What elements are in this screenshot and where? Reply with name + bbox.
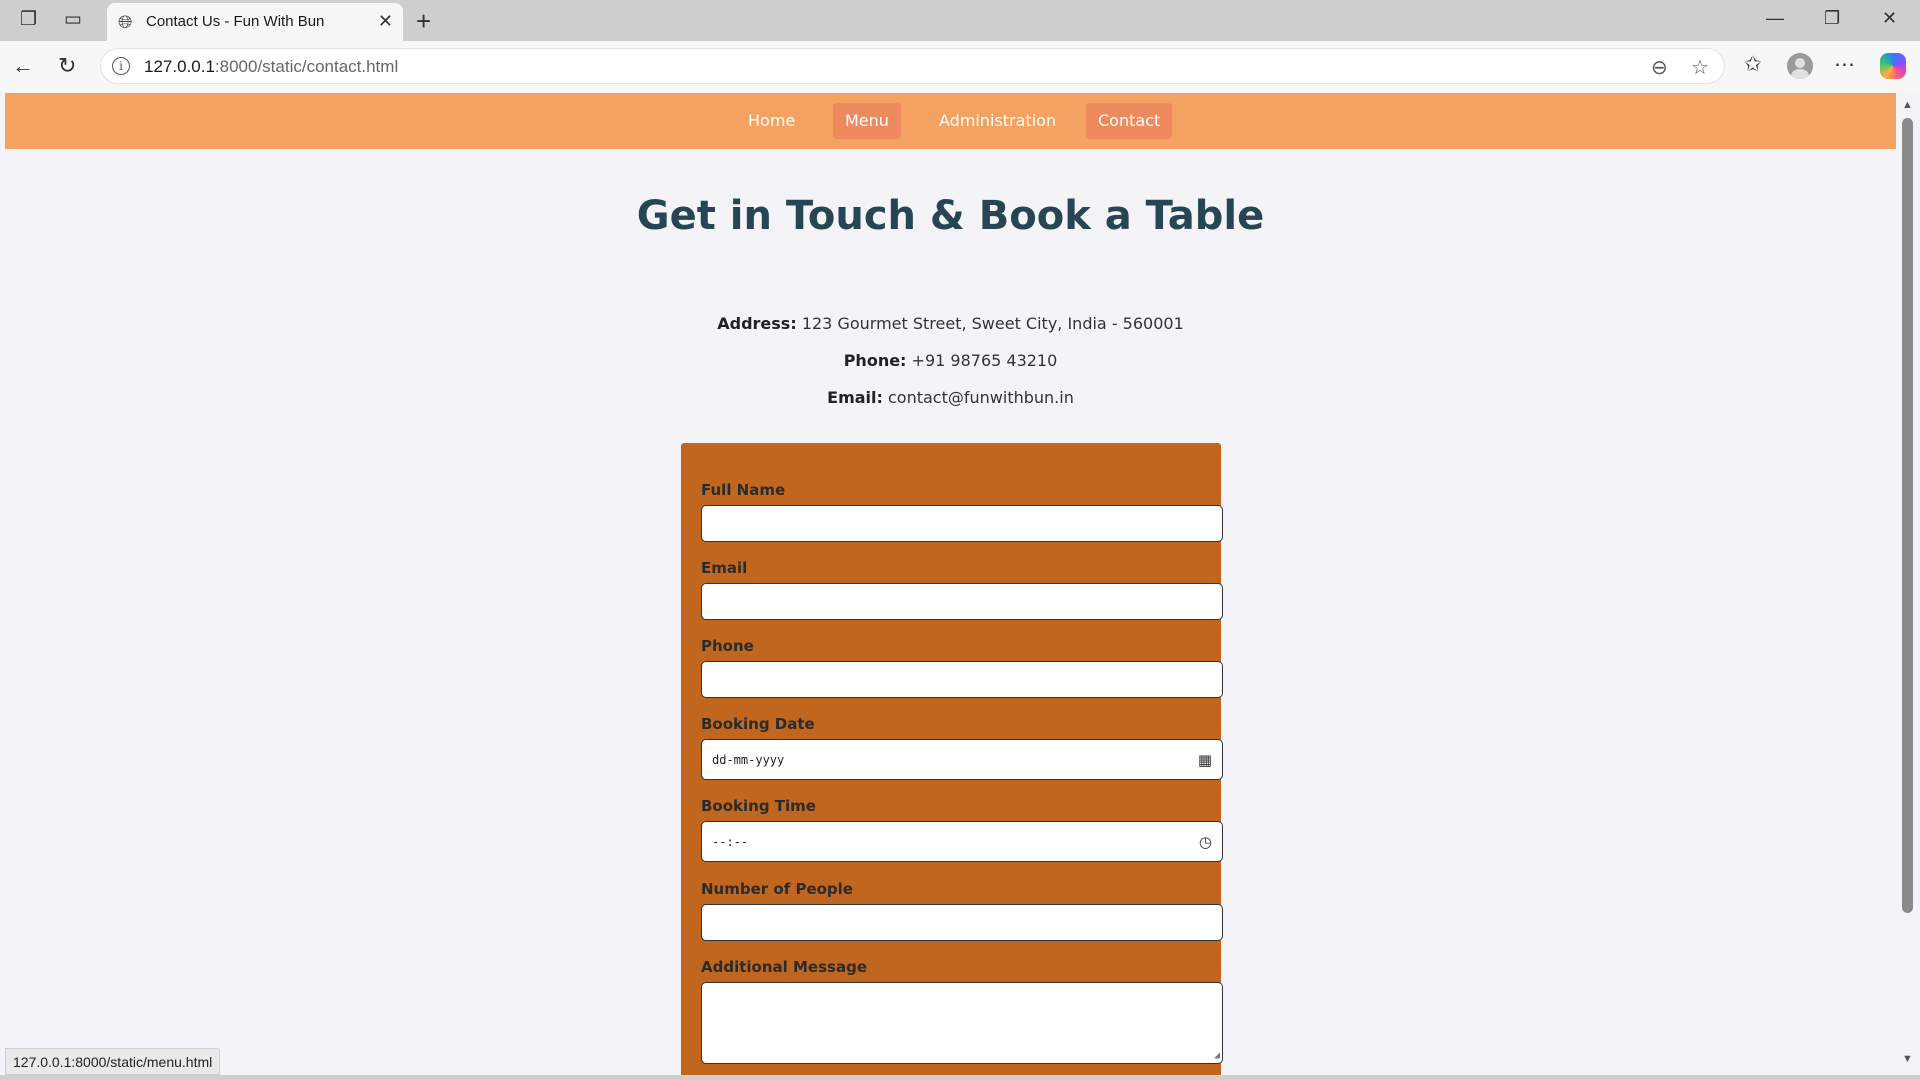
address-value: 123 Gourmet Street, Sweet City, India - … (801, 314, 1184, 333)
phone-value: +91 98765 43210 (911, 351, 1058, 370)
page-title: Get in Touch & Book a Table (636, 193, 1265, 239)
browser-tab-bar: ❐ ▭ 🌐︎ Contact Us - Fun With Bun ✕ + — ❐… (0, 0, 1920, 41)
email-line: Email: contact@funwithbun.in (5, 388, 1896, 407)
nav-menu[interactable]: Menu (833, 103, 901, 139)
email-value: contact@funwithbun.in (888, 388, 1074, 407)
resize-handle-icon[interactable]: ◢ (1214, 1050, 1220, 1061)
additional-message-textarea[interactable]: ◢ (701, 982, 1223, 1064)
browser-tab[interactable]: 🌐︎ Contact Us - Fun With Bun ✕ (107, 3, 403, 41)
back-arrow-icon[interactable]: ← (12, 53, 34, 79)
booking-date-field[interactable]: dd-mm-yyyy ▦ (701, 739, 1223, 780)
nav-administration[interactable]: Administration (927, 103, 1068, 139)
more-icon[interactable]: ⋯ (1834, 52, 1855, 77)
address-line: Address: 123 Gourmet Street, Sweet City,… (5, 314, 1896, 333)
status-bar-url: 127.0.0.1:8000/static/menu.html (5, 1048, 221, 1075)
tab-title: Contact Us - Fun With Bun (146, 13, 325, 30)
address-bar[interactable]: i 127.0.0.1:8000/static/contact.html ⊖ ☆ (100, 48, 1725, 84)
page-viewport: Home Menu Administration Contact Get in … (5, 93, 1896, 1075)
booking-form: Full Name Email Phone Booking Date dd-mm… (681, 443, 1223, 1075)
url-text: 127.0.0.1:8000/static/contact.html (144, 57, 399, 76)
people-label: Number of People (701, 880, 853, 898)
full-name-field[interactable] (701, 505, 1223, 542)
restore-icon[interactable]: ❐ (1824, 8, 1840, 29)
phone-field-label: Phone (701, 637, 754, 655)
site-nav: Home Menu Administration Contact (5, 93, 1896, 149)
message-label: Additional Message (701, 958, 867, 976)
booking-time-placeholder: --:-- (712, 834, 749, 849)
info-icon[interactable]: i (112, 57, 130, 75)
copilot-icon[interactable] (1880, 53, 1906, 79)
booking-date-label: Booking Date (701, 715, 815, 733)
scrollbar-thumb[interactable] (1902, 118, 1913, 913)
plus-icon[interactable]: + (416, 6, 431, 37)
refresh-icon[interactable]: ↻ (58, 53, 76, 79)
browser-toolbar: ← ↻ i 127.0.0.1:8000/static/contact.html… (0, 41, 1920, 92)
phone-label: Phone: (843, 351, 907, 370)
number-of-people-field[interactable] (701, 904, 1223, 941)
nav-contact[interactable]: Contact (1086, 103, 1173, 139)
booking-time-field[interactable]: --:-- ◷ (701, 821, 1223, 862)
clock-icon[interactable]: ◷ (1199, 833, 1212, 851)
full-name-label: Full Name (701, 481, 786, 499)
favorites-icon[interactable]: ✩ (1744, 52, 1762, 77)
email-field[interactable] (701, 583, 1223, 620)
phone-field[interactable] (701, 661, 1223, 698)
star-icon[interactable]: ☆ (1691, 55, 1709, 80)
calendar-icon[interactable]: ▦ (1198, 751, 1212, 769)
booking-time-label: Booking Time (701, 797, 816, 815)
tab-actions-icon[interactable]: ▭ (64, 10, 82, 29)
email-label: Email: (827, 388, 883, 407)
booking-date-placeholder: dd-mm-yyyy (712, 752, 785, 767)
page-scrollbar[interactable]: ▲ ▼ (1896, 93, 1920, 1075)
window-bottom-edge (0, 1075, 1920, 1080)
workspaces-icon[interactable]: ❐ (20, 10, 37, 29)
minimize-icon[interactable]: — (1766, 8, 1784, 29)
globe-icon: 🌐︎ (118, 12, 133, 32)
zoom-out-icon[interactable]: ⊖ (1651, 55, 1668, 80)
close-window-icon[interactable]: ✕ (1882, 8, 1897, 29)
close-icon[interactable]: ✕ (378, 11, 393, 32)
scroll-up-icon[interactable]: ▲ (1902, 99, 1913, 111)
avatar[interactable] (1787, 53, 1813, 79)
phone-line: Phone: +91 98765 43210 (5, 351, 1896, 370)
nav-home[interactable]: Home (736, 103, 807, 139)
address-label: Address: (717, 314, 797, 333)
scroll-down-icon[interactable]: ▼ (1902, 1053, 1913, 1065)
email-field-label: Email (701, 559, 748, 577)
